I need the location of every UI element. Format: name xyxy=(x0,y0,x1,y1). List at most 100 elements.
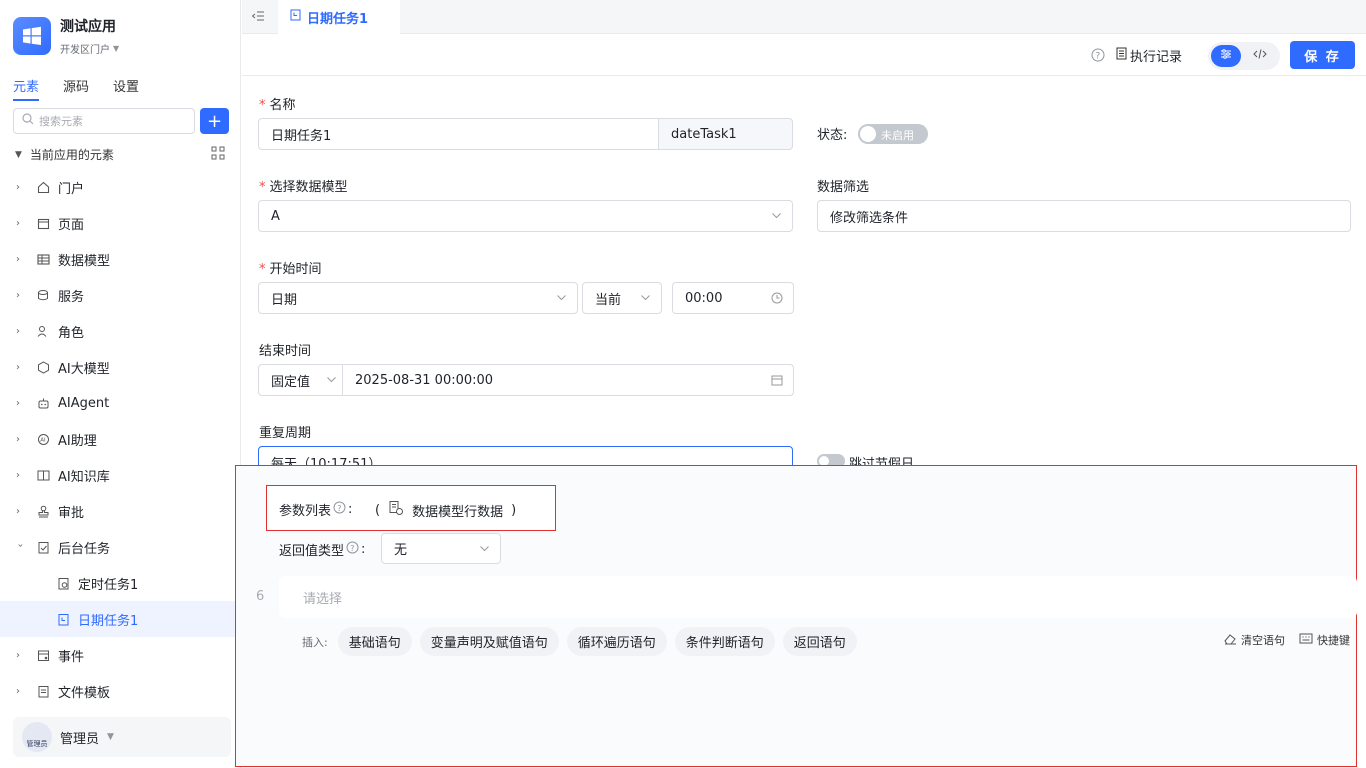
eraser-icon xyxy=(1224,633,1237,648)
insert-return-statement[interactable]: 返回语句 xyxy=(782,627,857,656)
save-button[interactable]: 保 存 xyxy=(1290,41,1355,69)
filter-input[interactable]: 修改筛选条件 xyxy=(817,200,1351,232)
chevron-right-icon: › xyxy=(16,469,20,481)
sidebar-item-ai-assistant[interactable]: › AI AI助理 xyxy=(0,421,240,457)
return-type-select[interactable]: 无 xyxy=(381,533,501,564)
end-type-select[interactable]: 固定值 xyxy=(258,364,344,396)
stamp-icon xyxy=(36,504,50,518)
chevron-right-icon: › xyxy=(16,361,20,373)
tab-source[interactable]: 源码 xyxy=(63,76,89,101)
data-row-icon xyxy=(388,500,404,520)
sidebar-item-label: AI大模型 xyxy=(58,361,110,377)
insert-condition-statement[interactable]: 条件判断语句 xyxy=(674,627,775,656)
caret-down-icon: ▼ xyxy=(107,732,114,742)
tab-label: 日期任务1 xyxy=(307,11,369,27)
help-icon[interactable]: ? xyxy=(346,541,359,558)
sidebar-item-file-template[interactable]: › 文件模板 xyxy=(0,673,240,709)
chevron-right-icon: › xyxy=(16,433,20,445)
tab-date-task[interactable]: 日期任务1 xyxy=(278,0,400,34)
search-box xyxy=(13,108,195,134)
sidebar-item-timer-task[interactable]: 定时任务1 xyxy=(0,565,240,601)
sidebar-item-date-task[interactable]: 日期任务1 xyxy=(0,601,240,637)
insert-basic-statement[interactable]: 基础语句 xyxy=(337,627,412,656)
end-label: 结束时间 xyxy=(259,344,312,359)
param-list-label: 参数列表 ? : xyxy=(279,501,353,519)
status-toggle[interactable]: 未启用 xyxy=(858,124,928,144)
line-number: 6 xyxy=(256,589,265,604)
sidebar-item-ai-knowledge[interactable]: › AI知识库 xyxy=(0,457,240,493)
svg-text:?: ? xyxy=(337,504,341,513)
param-list-box: 参数列表 ? : ( 数据模型行数据 ) xyxy=(266,485,556,531)
clear-statements-button[interactable]: 清空语句 xyxy=(1224,632,1285,648)
caret-down-icon: ▼ xyxy=(15,149,22,160)
sidebar-item-label: 服务 xyxy=(58,289,85,305)
model-label: * 选择数据模型 xyxy=(259,180,348,195)
service-icon xyxy=(36,288,50,302)
code-mode-button[interactable] xyxy=(1245,45,1275,67)
sidebar-item-role[interactable]: › 角色 xyxy=(0,313,240,349)
chevron-right-icon: › xyxy=(16,289,20,301)
sidebar-item-page[interactable]: › 页面 xyxy=(0,205,240,241)
sidebar-tabs: 元素 源码 设置 xyxy=(13,76,139,101)
role-icon xyxy=(36,324,50,338)
shortcut-button[interactable]: 快捷键 xyxy=(1299,632,1350,648)
user-menu[interactable]: 管理员 管理员 ▼ xyxy=(13,717,231,757)
tree-header[interactable]: ▼ 当前应用的元素 xyxy=(15,146,225,163)
sidebar-item-label: AIAgent xyxy=(58,395,110,411)
start-type-select[interactable]: 日期 xyxy=(258,282,578,314)
execution-log-button[interactable]: 执行记录 xyxy=(1116,46,1182,65)
chevron-down-icon xyxy=(479,543,490,558)
chevron-right-icon: › xyxy=(16,649,20,661)
end-datetime-picker[interactable]: 2025-08-31 00:00:00 xyxy=(342,364,794,396)
sidebar-item-portal[interactable]: › 门户 xyxy=(0,169,240,205)
sidebar-item-label: 后台任务 xyxy=(58,541,111,557)
book-icon xyxy=(36,468,50,482)
sidebar-item-approval[interactable]: › 审批 xyxy=(0,493,240,529)
statement-select[interactable]: 请选择 xyxy=(279,576,1357,618)
chevron-down-icon xyxy=(556,292,567,307)
chevron-right-icon: › xyxy=(16,325,20,337)
date-task-icon xyxy=(290,9,301,25)
sidebar-item-label: 文件模板 xyxy=(58,685,111,701)
tab-settings[interactable]: 设置 xyxy=(113,76,139,101)
visual-mode-button[interactable] xyxy=(1211,45,1241,67)
tab-elements[interactable]: 元素 xyxy=(13,76,40,101)
param-list-value: ( 数据模型行数据 ) xyxy=(375,500,516,520)
portal-selector[interactable]: 开发区门户 ▼ xyxy=(60,41,119,56)
sidebar-item-label: 门户 xyxy=(58,181,85,197)
home-icon xyxy=(36,180,50,194)
add-element-button[interactable]: + xyxy=(200,108,229,134)
view-mode-switch xyxy=(1208,42,1280,70)
toolbar: ? 执行记录 保 存 xyxy=(242,34,1366,76)
chevron-right-icon: › xyxy=(16,217,20,229)
insert-loop-statement[interactable]: 循环遍历语句 xyxy=(566,627,667,656)
ai-assistant-icon: AI xyxy=(36,432,50,446)
insert-variable-statement[interactable]: 变量声明及赋值语句 xyxy=(419,627,559,656)
help-icon[interactable]: ? xyxy=(333,501,346,518)
model-icon xyxy=(36,360,50,374)
date-task-icon xyxy=(56,612,70,626)
sidebar-item-data-model[interactable]: › 数据模型 xyxy=(0,241,240,277)
search-icon xyxy=(22,113,34,129)
sidebar: 测试应用 开发区门户 ▼ 元素 源码 设置 + ▼ 当前应用的元素 › 门户 ›… xyxy=(0,0,241,768)
sidebar-item-service[interactable]: › 服务 xyxy=(0,277,240,313)
locate-icon[interactable] xyxy=(211,146,225,163)
chevron-right-icon: › xyxy=(16,685,20,697)
sidebar-item-event[interactable]: › 事件 xyxy=(0,637,240,673)
sidebar-item-background-task[interactable]: › 后台任务 xyxy=(0,529,240,565)
model-select[interactable]: A xyxy=(258,200,793,232)
start-time-picker[interactable]: 00:00 xyxy=(672,282,794,314)
app-logo-icon xyxy=(13,17,51,55)
code-icon xyxy=(1253,48,1267,64)
name-input[interactable]: 日期任务1 xyxy=(258,118,660,150)
status-label: 状态: xyxy=(817,128,848,143)
start-relative-select[interactable]: 当前 xyxy=(582,282,662,314)
search-input[interactable] xyxy=(39,114,179,128)
toggle-knob xyxy=(860,126,876,142)
collapse-sidebar-icon[interactable] xyxy=(251,9,265,27)
sidebar-item-label: 角色 xyxy=(58,325,85,341)
help-icon[interactable]: ? xyxy=(1091,48,1105,66)
sidebar-item-ai-model[interactable]: › AI大模型 xyxy=(0,349,240,385)
sidebar-item-label: 定时任务1 xyxy=(78,577,139,593)
sidebar-item-aiagent[interactable]: › AIAgent xyxy=(0,385,240,421)
